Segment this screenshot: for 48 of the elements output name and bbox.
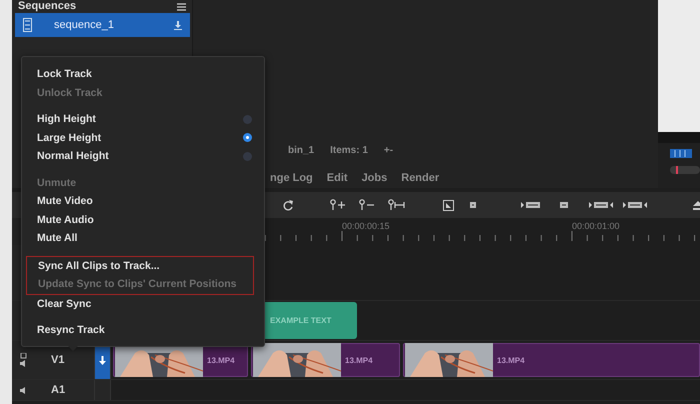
volume-slider[interactable]	[670, 166, 700, 174]
radio-button[interactable]	[243, 152, 252, 161]
menu-item[interactable]: Mute Video	[26, 192, 252, 210]
bin-name: bin_1	[288, 145, 314, 156]
zoom-control[interactable]: +-	[384, 145, 394, 156]
film-strip-icon[interactable]	[670, 149, 692, 158]
tab[interactable]: Jobs	[362, 172, 388, 184]
clip-label: 13.MP4	[345, 356, 373, 364]
remove-marker-icon[interactable]	[359, 199, 377, 211]
tab[interactable]: Render	[401, 172, 440, 184]
sequence-name: sequence_1	[54, 19, 115, 31]
tab[interactable]: Edit	[326, 172, 348, 184]
menu-item[interactable]: Clear Sync	[26, 294, 252, 313]
menu-item[interactable]: Large Height	[26, 128, 252, 147]
download-icon[interactable]	[174, 20, 182, 30]
panel-title: Sequences	[18, 0, 76, 13]
radio-button[interactable]	[243, 114, 252, 124]
clip-label: 13.MP4	[497, 356, 525, 364]
menu-item[interactable]: Mute All	[26, 229, 252, 248]
timecode-label: 00:00:00:15	[342, 220, 391, 233]
clip-label: 13.MP4	[207, 356, 235, 364]
menu-item[interactable]: Mute Audio	[26, 210, 252, 229]
speaker-icon[interactable]	[20, 353, 27, 367]
item-count: Items: 1	[330, 145, 368, 156]
track-name: A1	[51, 384, 66, 396]
add-marker-icon[interactable]	[330, 199, 348, 211]
marker-range-icon[interactable]	[388, 199, 406, 211]
video-clip[interactable]: 13.MP4	[403, 343, 700, 377]
video-clip[interactable]: 13.MP4	[251, 343, 400, 377]
menu-item[interactable]: Resync Track	[26, 321, 252, 340]
menu-item[interactable]: High Height	[26, 110, 252, 128]
speaker-icon[interactable]	[20, 386, 27, 394]
track-name: V1	[51, 354, 64, 366]
timecode-label: 00:00:01:00	[572, 220, 621, 233]
extend-icon[interactable]	[623, 200, 647, 210]
sequence-item[interactable]: sequence_1	[15, 13, 190, 37]
eject-icon[interactable]	[693, 200, 700, 210]
down-arrow-icon	[99, 356, 106, 364]
menu-item[interactable]: Lock Track	[26, 65, 252, 84]
radio-button[interactable]	[243, 133, 252, 142]
crop-icon[interactable]	[443, 200, 454, 210]
menu-icon[interactable]	[177, 2, 186, 10]
redo-icon[interactable]	[282, 199, 294, 211]
tab[interactable]: nge Log	[270, 172, 313, 184]
ripple-icon[interactable]	[589, 200, 613, 210]
menu-item[interactable]: Normal Height	[26, 147, 252, 166]
clip-label: EXAMPLE TEXT	[270, 316, 332, 325]
film-icon	[23, 18, 32, 32]
